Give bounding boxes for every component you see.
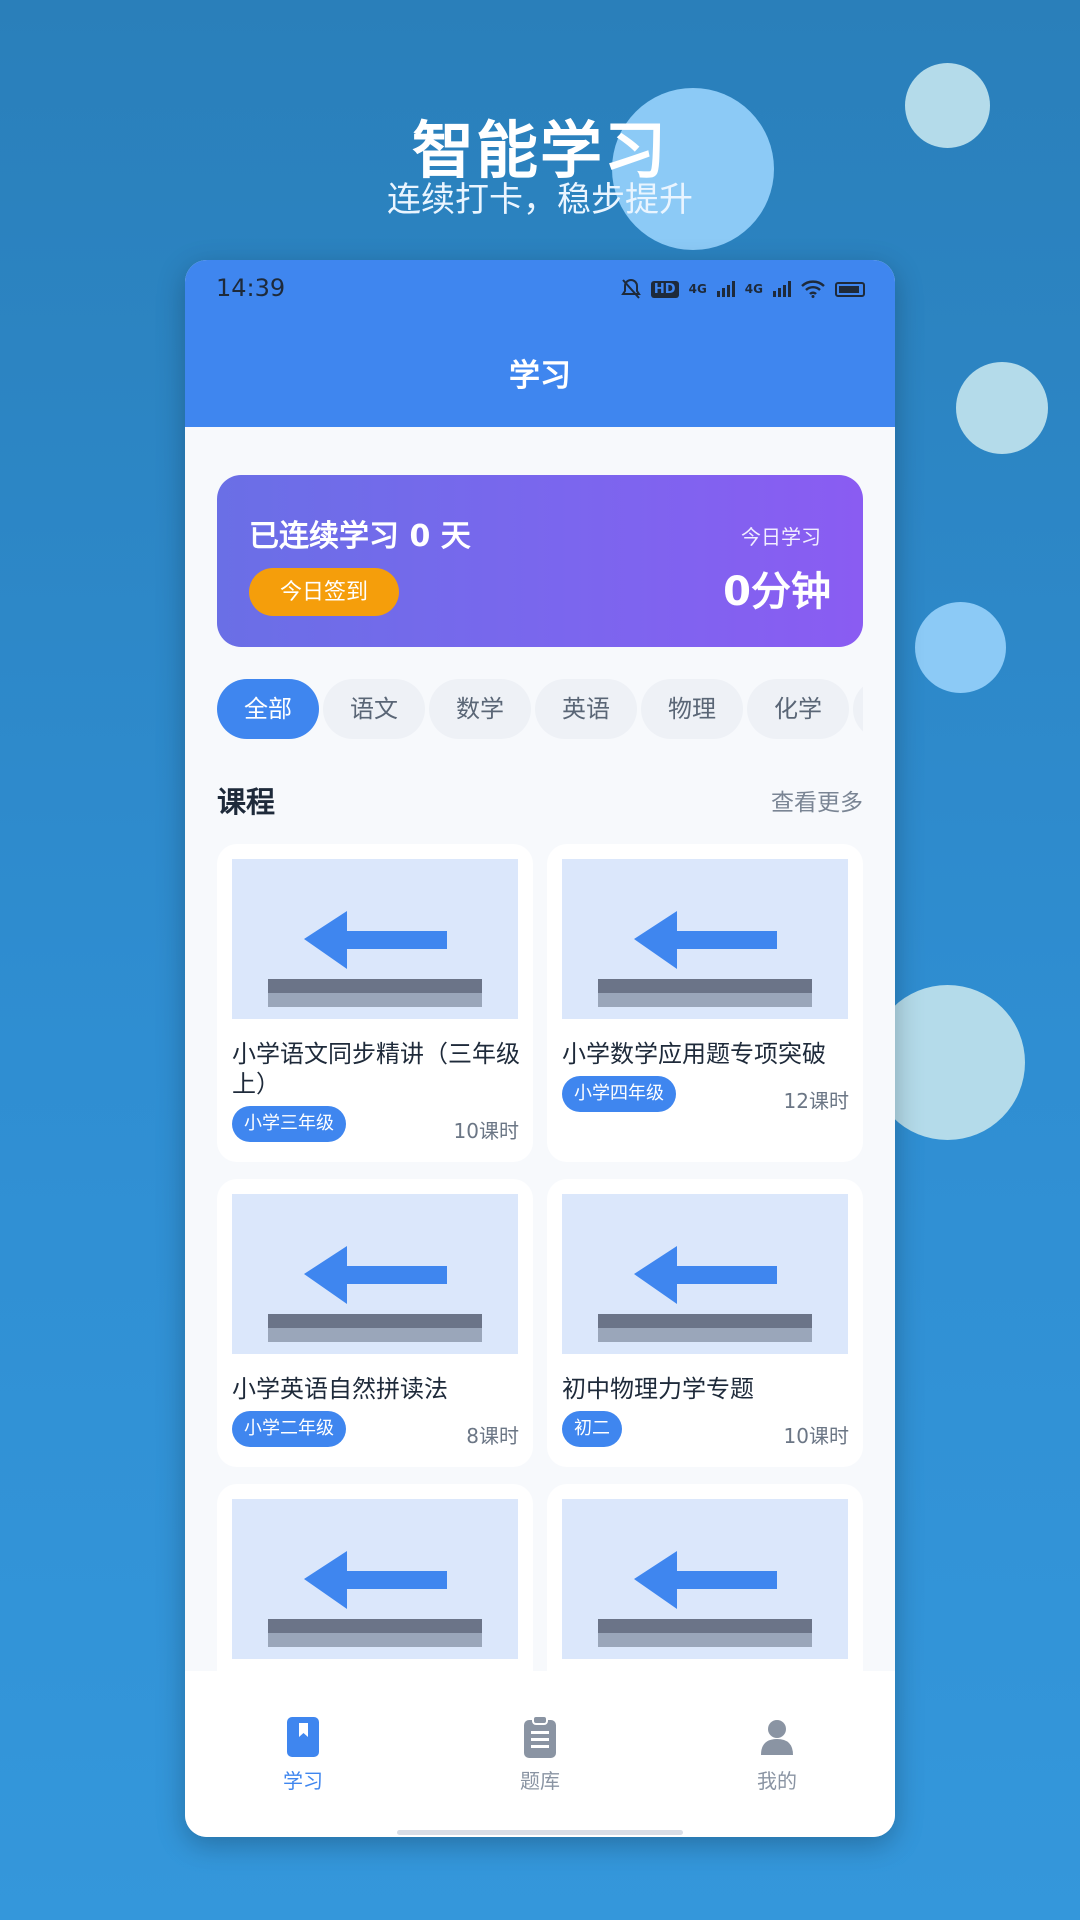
grade-badge: 小学四年级 — [562, 1076, 676, 1112]
course-card[interactable]: 小学数学应用题专项突破 小学四年级 12课时 — [547, 844, 863, 1162]
course-title: 小学语文同步精讲（三年级上） — [232, 1040, 520, 1098]
course-thumbnail — [232, 1499, 518, 1659]
tab-chinese[interactable]: 语文 — [323, 679, 425, 739]
subject-tabs: 全部 语文 数学 英语 物理 化学 — [217, 679, 863, 739]
course-title: 小学数学应用题专项突破 — [562, 1040, 826, 1068]
wifi-icon — [801, 280, 825, 298]
signal-bars-icon — [716, 281, 735, 297]
tab-more-cutoff[interactable] — [853, 679, 863, 739]
back-arrow-icon — [598, 911, 812, 1007]
nav-profile-label: 我的 — [757, 1769, 797, 1793]
checkin-button[interactable]: 今日签到 — [249, 568, 399, 616]
back-arrow-icon — [268, 1551, 482, 1647]
promo-subtitle: 连续打卡，稳步提升 — [387, 180, 693, 220]
nav-profile[interactable]: 我的 — [717, 1715, 837, 1794]
signal-bars-icon — [773, 281, 791, 297]
signal-4g-icon: 4G — [688, 282, 707, 296]
home-indicator[interactable] — [397, 1830, 683, 1835]
back-arrow-icon — [268, 1246, 482, 1342]
back-arrow-icon — [268, 911, 482, 1007]
signal-4g-icon: 4G — [744, 282, 763, 296]
status-icons: HD 4G 4G — [621, 274, 865, 304]
clipboard-icon — [524, 1715, 556, 1758]
course-thumbnail — [232, 1194, 518, 1354]
tab-all[interactable]: 全部 — [217, 679, 319, 739]
book-icon — [287, 1717, 319, 1757]
decor-bubble — [915, 602, 1006, 693]
today-study-value: 0分钟 — [723, 569, 831, 615]
course-hours: 8课时 — [466, 1424, 519, 1448]
tab-chemistry[interactable]: 化学 — [747, 679, 849, 739]
phone-frame: 14:39 HD 4G 4G 学习 已连续学习 0 天 今日签到 今日学习 0分… — [185, 260, 895, 1837]
main-content: 已连续学习 0 天 今日签到 今日学习 0分钟 全部 语文 数学 英语 物理 化… — [185, 427, 895, 1671]
courses-header: 课程 查看更多 — [217, 779, 863, 819]
grade-badge: 小学二年级 — [232, 1411, 346, 1447]
nav-question-bank-label: 题库 — [520, 1769, 560, 1793]
streak-text: 已连续学习 0 天 — [249, 519, 471, 554]
course-card[interactable] — [547, 1484, 863, 1671]
nav-question-bank[interactable]: 题库 — [480, 1715, 600, 1794]
battery-icon — [835, 281, 865, 297]
streak-card: 已连续学习 0 天 今日签到 今日学习 0分钟 — [217, 475, 863, 647]
course-hours: 10课时 — [453, 1119, 519, 1143]
course-title: 小学英语自然拼读法 — [232, 1375, 448, 1403]
course-card[interactable]: 初中物理力学专题 初二 10课时 — [547, 1179, 863, 1467]
course-title: 初中物理力学专题 — [562, 1375, 754, 1403]
user-icon — [761, 1720, 793, 1755]
status-time: 14:39 — [216, 274, 286, 302]
page-title: 学习 — [509, 358, 571, 394]
course-card[interactable]: 小学语文同步精讲（三年级上） 小学三年级 10课时 — [217, 844, 533, 1162]
course-card[interactable] — [217, 1484, 533, 1671]
grade-badge: 初二 — [562, 1411, 622, 1447]
hd-icon: HD — [650, 280, 679, 298]
course-thumbnail — [232, 859, 518, 1019]
section-title: 课程 — [217, 785, 276, 819]
nav-study[interactable]: 学习 — [243, 1715, 363, 1794]
tab-english[interactable]: 英语 — [535, 679, 637, 739]
nav-study-label: 学习 — [283, 1769, 323, 1793]
course-hours: 10课时 — [783, 1424, 849, 1448]
bottom-nav: 学习 题库 我的 — [185, 1671, 895, 1837]
bell-off-icon — [621, 278, 641, 299]
tab-math[interactable]: 数学 — [429, 679, 531, 739]
course-card[interactable]: 小学英语自然拼读法 小学二年级 8课时 — [217, 1179, 533, 1467]
back-arrow-icon — [598, 1551, 812, 1647]
course-hours: 12课时 — [783, 1089, 849, 1113]
course-thumbnail — [562, 859, 848, 1019]
course-thumbnail — [562, 1499, 848, 1659]
today-study-label: 今日学习 — [741, 525, 821, 549]
decor-bubble — [956, 362, 1048, 454]
view-more-link[interactable]: 查看更多 — [771, 783, 863, 817]
grade-badge: 小学三年级 — [232, 1106, 346, 1142]
back-arrow-icon — [598, 1246, 812, 1342]
course-thumbnail — [562, 1194, 848, 1354]
header-bar: 14:39 HD 4G 4G 学习 — [185, 260, 895, 427]
tab-physics[interactable]: 物理 — [641, 679, 743, 739]
